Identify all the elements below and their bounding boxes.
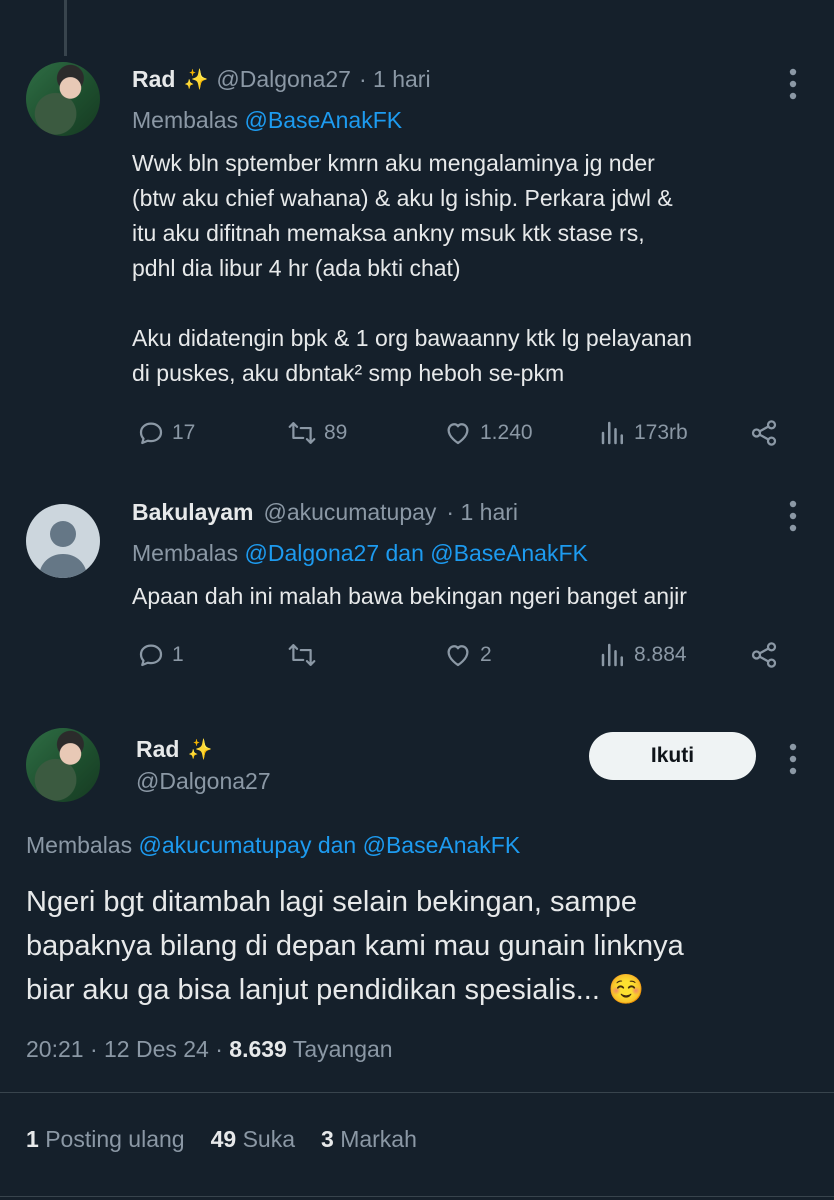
views-button[interactable]: 173rb [598, 418, 688, 448]
engagement-stats: 1 Posting ulang 49 Suka 3 Markah [26, 1126, 417, 1153]
likes-stat[interactable]: 49 Suka [211, 1126, 295, 1153]
replying-label: Membalas [26, 832, 133, 858]
views-icon [601, 643, 623, 667]
main-name-row: Rad ✨ [136, 736, 212, 763]
divider [0, 1196, 834, 1197]
replying-to: Membalas @Dalgona27 dan @BaseAnakFK [132, 540, 588, 567]
avatar[interactable] [26, 728, 100, 802]
replying-label: Membalas [132, 107, 239, 133]
tweet-time[interactable]: · 1 hari [446, 499, 518, 526]
repost-count: 89 [324, 421, 348, 444]
repost-icon [288, 422, 316, 444]
divider [0, 1092, 834, 1093]
avatar[interactable] [26, 504, 100, 578]
user-handle[interactable]: @akucumatupay [263, 499, 436, 526]
share-icon [751, 642, 777, 668]
sparkle-icon: ✨ [187, 739, 213, 761]
repost-button[interactable]: 89 [286, 418, 347, 448]
replying-label: Membalas [132, 540, 239, 566]
heart-icon [447, 645, 469, 667]
bookmarks-count: 3 [321, 1126, 334, 1152]
tweet-text: Wwk bln sptember kmrn aku mengalaminya j… [132, 150, 693, 386]
reposts-count: 1 [26, 1126, 39, 1152]
like-count: 1.240 [480, 421, 533, 444]
tweet1-header: Rad ✨ @Dalgona27 · 1 hari [132, 66, 431, 93]
more-icon[interactable] [783, 66, 803, 116]
tweet2-header: Bakulayam @akucumatupay · 1 hari [132, 499, 518, 526]
avatar[interactable] [26, 62, 100, 136]
likes-count: 49 [210, 1126, 237, 1152]
bookmarks-label: Markah [340, 1126, 417, 1152]
reposts-label: Posting ulang [45, 1126, 185, 1152]
views-count: 8.639 [229, 1036, 287, 1062]
follow-button[interactable]: Ikuti [589, 732, 756, 780]
like-button[interactable]: 2 [442, 640, 492, 670]
thread-line [64, 0, 67, 56]
views-count: 8.884 [634, 643, 687, 666]
share-button[interactable] [748, 418, 780, 448]
tweet-timestamp[interactable]: 20:21 · 12 Des 24 · [26, 1036, 223, 1062]
views-label: Tayangan [292, 1036, 393, 1062]
views-count: 173rb [634, 421, 688, 444]
heart-icon [447, 423, 469, 445]
tweet2-actions: 1 2 8.884 [132, 638, 822, 674]
replying-mention[interactable]: @BaseAnakFK [245, 107, 403, 133]
user-name[interactable]: Rad [136, 736, 179, 763]
replying-mention[interactable]: @akucumatupay dan @BaseAnakFK [139, 832, 521, 858]
more-icon[interactable] [783, 498, 803, 548]
user-name[interactable]: Bakulayam [132, 499, 253, 526]
reply-button[interactable]: 17 [136, 418, 195, 448]
reply-count: 1 [172, 643, 184, 666]
bookmarks-stat[interactable]: 3 Markah [321, 1126, 417, 1153]
likes-label: Suka [242, 1126, 295, 1152]
reply-icon [139, 644, 163, 667]
tweet-text: Ngeri bgt ditambah lagi selain bekingan,… [26, 886, 684, 1006]
tweet-time[interactable]: · 1 hari [359, 66, 431, 93]
reply-icon [139, 422, 163, 445]
repost-icon [288, 644, 316, 666]
user-handle[interactable]: @Dalgona27 [216, 66, 351, 93]
like-button[interactable]: 1.240 [442, 418, 533, 448]
replying-mention[interactable]: @Dalgona27 dan @BaseAnakFK [245, 540, 588, 566]
share-icon [751, 420, 777, 446]
reply-count: 17 [172, 421, 196, 444]
views-button[interactable]: 8.884 [598, 640, 687, 670]
tweet1-actions: 17 89 1.240 173rb [132, 416, 822, 452]
views-icon [601, 421, 623, 445]
more-icon[interactable] [783, 741, 803, 791]
tweet-text: Apaan dah ini malah bawa bekingan ngeri … [132, 583, 687, 609]
like-count: 2 [480, 643, 492, 666]
sparkle-icon: ✨ [183, 69, 209, 91]
reply-button[interactable]: 1 [136, 640, 184, 670]
repost-button[interactable] [286, 640, 324, 670]
reposts-stat[interactable]: 1 Posting ulang [26, 1126, 185, 1153]
replying-to: Membalas @BaseAnakFK [132, 107, 402, 134]
tweet-meta: 20:21 · 12 Des 24 · 8.639 Tayangan [26, 1036, 393, 1063]
user-handle[interactable]: @Dalgona27 [136, 768, 271, 795]
user-name[interactable]: Rad [132, 66, 175, 93]
replying-to: Membalas @akucumatupay dan @BaseAnakFK [26, 832, 520, 859]
share-button[interactable] [748, 640, 780, 670]
